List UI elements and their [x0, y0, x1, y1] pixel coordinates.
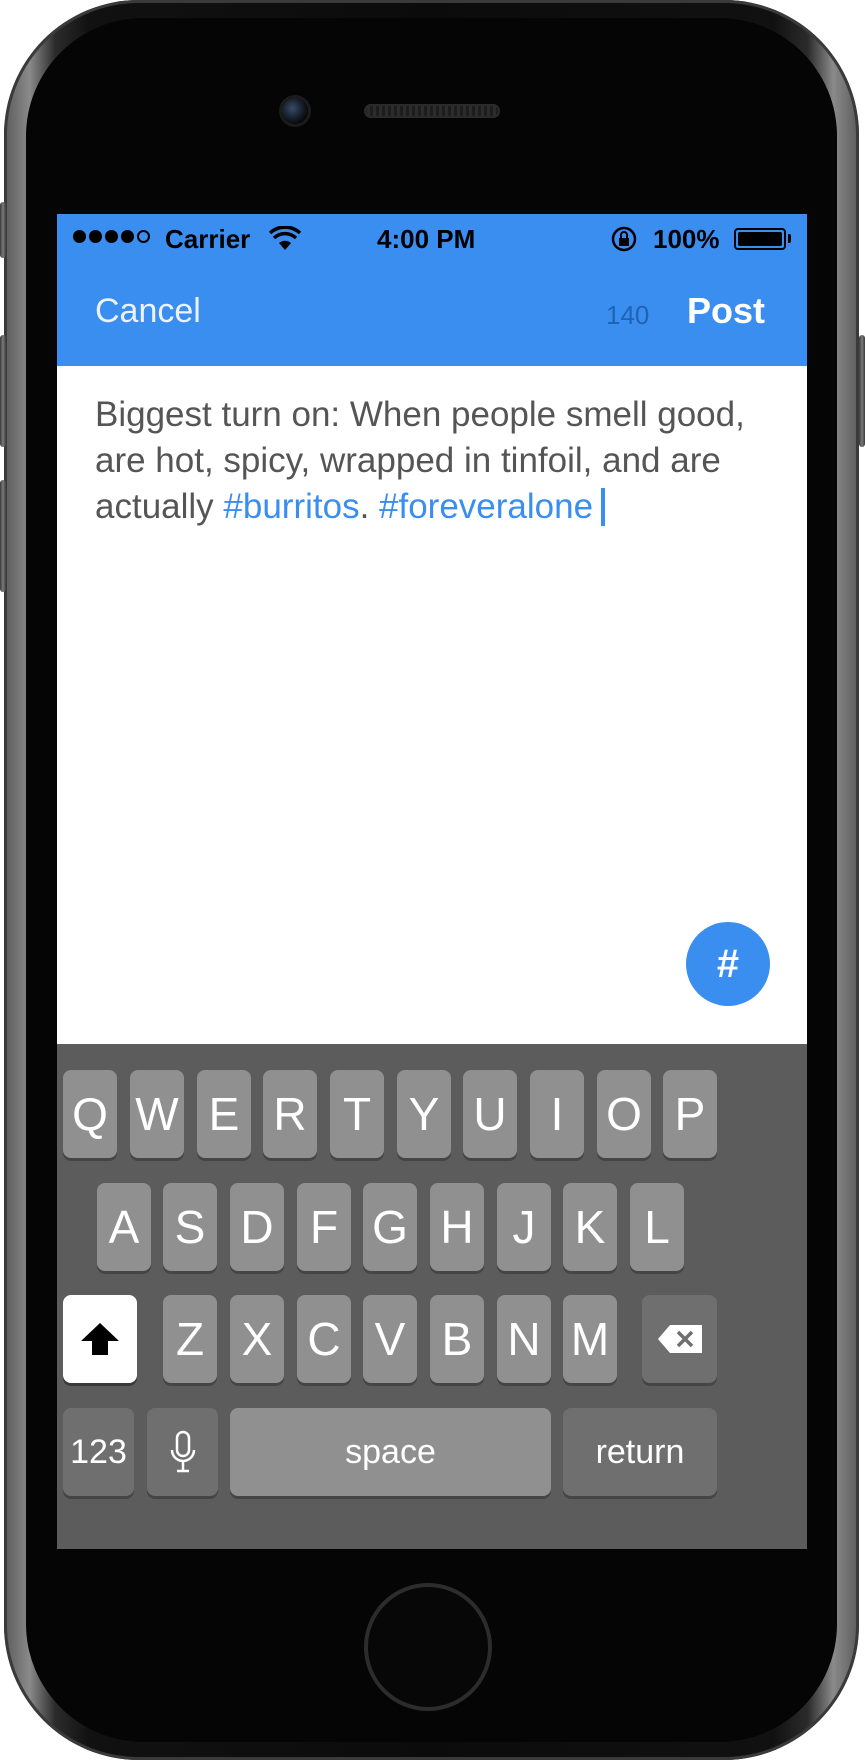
compose-separator: .	[359, 487, 380, 526]
battery-icon	[734, 228, 786, 250]
key-z[interactable]: Z	[163, 1295, 217, 1383]
compose-header: Carrier 4:00 PM 100% Cancel 140 Post	[57, 214, 807, 366]
key-t[interactable]: T	[330, 1070, 384, 1158]
key-k[interactable]: K	[563, 1183, 617, 1271]
key-u[interactable]: U	[463, 1070, 517, 1158]
shift-arrow-icon	[81, 1323, 119, 1355]
rotation-lock-icon	[611, 226, 637, 252]
silent-switch	[0, 202, 6, 258]
backspace-icon	[657, 1325, 702, 1353]
delete-key[interactable]	[642, 1295, 717, 1383]
key-a[interactable]: A	[97, 1183, 151, 1271]
key-p[interactable]: P	[663, 1070, 717, 1158]
key-h[interactable]: H	[430, 1183, 484, 1271]
text-cursor	[601, 488, 606, 526]
key-w[interactable]: W	[130, 1070, 184, 1158]
keyboard: Q W E R T Y U I O P A S D F G H J K L Z …	[57, 1044, 807, 1549]
key-b[interactable]: B	[430, 1295, 484, 1383]
key-i[interactable]: I	[530, 1070, 584, 1158]
key-c[interactable]: C	[297, 1295, 351, 1383]
dictation-key[interactable]	[147, 1408, 218, 1496]
character-counter: 140	[606, 300, 650, 330]
wifi-icon	[269, 226, 301, 250]
key-l[interactable]: L	[630, 1183, 684, 1271]
key-r[interactable]: R	[263, 1070, 317, 1158]
key-o[interactable]: O	[597, 1070, 651, 1158]
key-n[interactable]: N	[497, 1295, 551, 1383]
key-e[interactable]: E	[197, 1070, 251, 1158]
key-v[interactable]: V	[363, 1295, 417, 1383]
shift-key[interactable]	[63, 1295, 137, 1383]
clock: 4:00 PM	[377, 224, 476, 254]
space-key[interactable]: space	[230, 1408, 551, 1496]
key-d[interactable]: D	[230, 1183, 284, 1271]
compose-text-area[interactable]: Biggest turn on: When people smell good,…	[95, 392, 785, 530]
volume-down-button	[0, 480, 6, 592]
battery-cap	[788, 234, 791, 243]
key-g[interactable]: G	[363, 1183, 417, 1271]
signal-strength-icon	[73, 230, 150, 243]
status-bar: Carrier 4:00 PM 100%	[57, 214, 807, 266]
front-camera-icon	[282, 98, 308, 124]
post-button[interactable]: Post	[687, 290, 765, 332]
carrier-label: Carrier	[165, 224, 251, 254]
key-y[interactable]: Y	[397, 1070, 451, 1158]
hashtag-foreveralone: #foreveralone	[379, 487, 594, 526]
cancel-button[interactable]: Cancel	[95, 292, 201, 331]
hashtag-burritos: #burritos	[223, 487, 360, 526]
home-button[interactable]	[364, 1583, 492, 1711]
key-m[interactable]: M	[563, 1295, 617, 1383]
earpiece-speaker	[364, 104, 500, 118]
key-f[interactable]: F	[297, 1183, 351, 1271]
key-s[interactable]: S	[163, 1183, 217, 1271]
hashtag-button[interactable]: #	[686, 922, 770, 1006]
screen: Carrier 4:00 PM 100% Cancel 140 Post Big…	[57, 214, 807, 1549]
numbers-key[interactable]: 123	[63, 1408, 134, 1496]
volume-up-button	[0, 335, 6, 447]
battery-percentage: 100%	[653, 224, 720, 254]
microphone-icon	[170, 1430, 195, 1473]
return-key[interactable]: return	[563, 1408, 717, 1496]
power-button	[859, 335, 865, 447]
key-x[interactable]: X	[230, 1295, 284, 1383]
key-q[interactable]: Q	[63, 1070, 117, 1158]
key-j[interactable]: J	[497, 1183, 551, 1271]
